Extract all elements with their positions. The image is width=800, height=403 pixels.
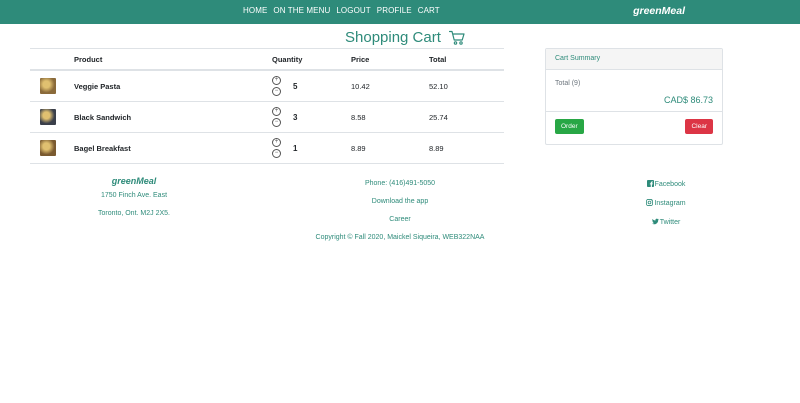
footer-info-col: Phone: (416)491-5050 Download the app Ca…	[300, 180, 500, 252]
quantity-value: 5	[293, 81, 298, 91]
instagram-label: Instagram	[654, 200, 686, 207]
nav-profile-link[interactable]: PROFILE	[377, 6, 412, 15]
nav-home-link[interactable]: HOME	[243, 6, 267, 15]
product-name: Bagel Breakfast	[74, 132, 272, 164]
product-thumbnail	[40, 78, 56, 94]
product-thumbnail	[40, 109, 56, 125]
facebook-label: Facebook	[654, 181, 686, 188]
nav-menu-link[interactable]: ON THE MENU	[273, 6, 330, 15]
quantity-value: 1	[293, 143, 298, 153]
twitter-icon	[651, 218, 659, 225]
price-value: 10.42	[351, 70, 429, 102]
footer-twitter-link[interactable]: Twitter	[620, 218, 712, 226]
instagram-icon	[646, 199, 654, 206]
decrease-quantity-button[interactable]: −	[272, 149, 281, 158]
header-quantity: Quantity	[272, 48, 351, 71]
price-value: 8.89	[351, 132, 429, 164]
increase-quantity-button[interactable]: +	[272, 107, 281, 116]
clear-button[interactable]: Clear	[685, 119, 713, 134]
footer-phone: Phone: (416)491-5050	[364, 180, 436, 187]
header-total: Total	[429, 48, 504, 71]
table-row: Veggie Pasta + − 5 10.42 52.10	[30, 70, 504, 102]
product-thumbnail	[40, 140, 56, 156]
table-header-row: Product Quantity Price Total	[30, 48, 504, 71]
page-title-wrap: Shopping Cart	[345, 29, 465, 46]
footer-address-line1: 1750 Finch Ave. East	[100, 192, 168, 199]
page-title: Shopping Cart	[345, 29, 441, 46]
nav-cart-link[interactable]: CART	[418, 6, 440, 15]
total-value: 25.74	[429, 101, 504, 133]
nav-links: HOME ON THE MENU LOGOUT PROFILE CART	[243, 6, 440, 15]
product-name: Black Sandwich	[74, 101, 272, 133]
total-value: 8.89	[429, 132, 504, 164]
total-value: 52.10	[429, 70, 504, 102]
header-image	[30, 48, 74, 71]
cart-summary-title: Cart Summary	[546, 49, 722, 70]
footer-facebook-link[interactable]: Facebook	[620, 180, 712, 188]
facebook-icon	[646, 180, 654, 187]
footer-address-col: greenMeal 1750 Finch Ave. East Toronto, …	[70, 176, 198, 228]
order-button[interactable]: Order	[555, 119, 584, 134]
increase-quantity-button[interactable]: +	[272, 76, 281, 85]
footer-download-link[interactable]: Download the app	[300, 198, 500, 205]
cart-total-value: CAD$ 86.73	[663, 95, 713, 105]
footer-career-link[interactable]: Career	[300, 216, 500, 223]
price-value: 8.58	[351, 101, 429, 133]
table-row: Black Sandwich + − 3 8.58 25.74	[30, 101, 504, 133]
table-row: Bagel Breakfast + − 1 8.89 8.89	[30, 132, 504, 164]
footer-instagram-link[interactable]: Instagram	[620, 199, 712, 207]
nav-logout-link[interactable]: LOGOUT	[336, 6, 370, 15]
brand-logo[interactable]: greenMeal	[633, 5, 685, 17]
footer-address-line2: Toronto, Ont. M2J 2X5.	[98, 210, 170, 217]
twitter-label: Twitter	[659, 219, 681, 226]
header-price: Price	[351, 48, 429, 71]
cart-total-label: Total (9)	[555, 80, 581, 87]
footer-social-col: Facebook Instagram Twitter	[620, 180, 712, 237]
cart-summary-card: Cart Summary Total (9) CAD$ 86.73 Order …	[545, 48, 723, 145]
navbar: HOME ON THE MENU LOGOUT PROFILE CART gre…	[0, 0, 800, 24]
header-product: Product	[74, 48, 272, 71]
quantity-value: 3	[293, 112, 298, 122]
cart-table: Product Quantity Price Total Veggie Past…	[30, 48, 504, 164]
footer-copyright: Copyright © Fall 2020, Maickel Siqueira,…	[315, 234, 485, 241]
shopping-cart-icon	[448, 30, 465, 45]
decrease-quantity-button[interactable]: −	[272, 118, 281, 127]
product-name: Veggie Pasta	[74, 70, 272, 102]
increase-quantity-button[interactable]: +	[272, 138, 281, 147]
footer-brand[interactable]: greenMeal	[70, 176, 198, 186]
decrease-quantity-button[interactable]: −	[272, 87, 281, 96]
summary-divider	[546, 111, 722, 112]
